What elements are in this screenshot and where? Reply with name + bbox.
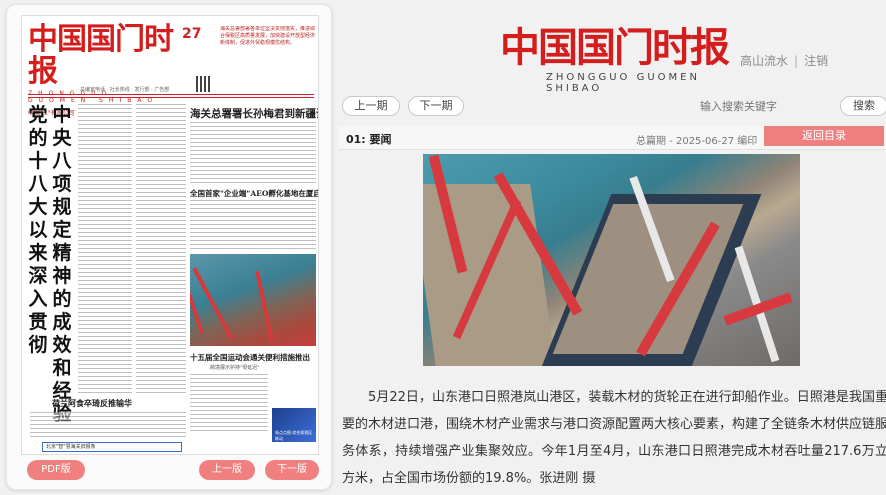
article-column-2 [136,104,186,394]
masthead-divider [28,94,314,95]
prev-issue-button[interactable]: 上一期 [342,96,400,116]
headline-3-sub: 跨境展示护持"零延迟" [210,365,260,371]
crane-shape [255,270,274,342]
user-links: 高山流水 | 注销 [740,52,828,69]
newspaper-panel: 中国国门时报 ZHONGGUO GUOMEN SHIBAO 中国11°有限公司 … [6,4,332,490]
masthead-top-news: 海关总署部署各单位坚决贯彻落实，推进综合保税区高质量发展，加快建设开放型经济新体… [220,26,316,46]
article-column-1 [78,104,132,394]
section-meta: 总篇期 - 2025-06-27 编印 [636,136,758,147]
issue-number: 27 [182,26,202,42]
newspaper-page-thumbnail[interactable]: 中国国门时报 ZHONGGUO GUOMEN SHIBAO 中国11°有限公司 … [21,15,319,455]
article-caption: 5月22日，山东港口日照港岚山港区，装载木材的货轮正在进行卸船作业。日照港是我国… [342,390,886,486]
masthead-tagline: 总编室电话 · 社长热线 · 发行部 · 广告部 [80,87,170,93]
newspaper-masthead: 中国国门时报 ZHONGGUO GUOMEN SHIBAO 中国11°有限公司 [28,24,178,118]
username-link[interactable]: 高山流水 [740,52,788,69]
headline-1[interactable]: 海关总署署长孙梅君到新疆调研 [190,106,318,121]
section-label: 01: 要闻 [346,133,392,146]
headline-3[interactable]: 十五届全国运动会通关便利措施推出 [190,352,310,363]
headline-2[interactable]: 全国首家"企业端"AEO孵化基地在厦启用 [190,188,318,199]
logo-title: 中国国门时报 [500,24,730,71]
masthead-divider-2 [28,97,314,98]
article-column-4 [190,200,316,250]
back-to-toc-button[interactable]: 返回目录 [764,126,884,146]
app-window: 中国国门时报 ZHONGGUO GUOMEN SHIBAO 中国11°有限公司 … [0,0,886,495]
promo-banner-text: 吸点点图 综合保税区联动 [275,430,313,441]
issue-toolbar: 上一期 下一期 搜索 [338,96,886,118]
search-button[interactable]: 搜索 [840,96,886,116]
issue-info: 27 [182,26,212,82]
section-bar: 01: 要闻 总篇期 - 2025-06-27 编印 返回目录 [338,126,886,150]
next-issue-button[interactable]: 下一期 [408,96,464,116]
paper-search-box[interactable]: 北京"智"慧海关旧报条 [42,442,182,452]
headline-4[interactable]: 荷兰阿食卒琦反推输华 [52,398,132,409]
logo-pinyin: ZHONGGUO GUOMEN SHIBAO [546,72,700,94]
masthead-title: 中国国门时报 [28,22,174,89]
link-separator: | [794,54,799,68]
article-column-5 [190,374,268,434]
promo-banner[interactable]: 吸点点图 综合保税区联动 [272,408,316,442]
article-column-6 [30,412,186,438]
vertical-headline-a[interactable]: 党的十八大以来深入贯彻 [28,104,48,357]
article-photo [423,154,800,366]
qr-code-icon [196,76,212,92]
vertical-headline-b[interactable]: 中央八项规定精神的成效和经验 [52,104,72,426]
article-photo-thumbnail[interactable] [190,254,316,346]
site-logo[interactable]: 中国国门时报 ZHONGGUO GUOMEN SHIBAO [500,24,730,95]
prev-page-button[interactable]: 上一版 [199,460,255,480]
search-input[interactable] [698,97,806,115]
pdf-button[interactable]: PDF版 [27,460,85,480]
logout-link[interactable]: 注销 [804,52,828,69]
article-column-3 [190,122,316,184]
next-page-button[interactable]: 下一版 [265,460,319,480]
